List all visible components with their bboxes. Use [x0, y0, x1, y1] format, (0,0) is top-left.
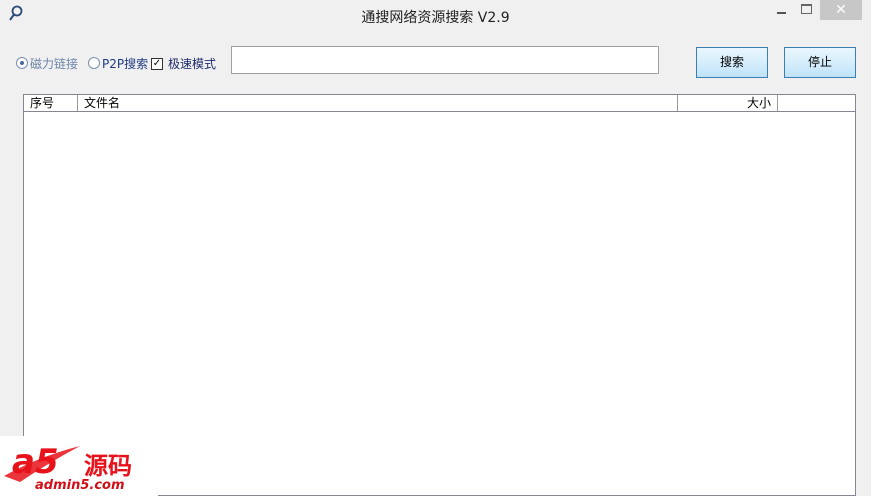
- column-header-index[interactable]: 序号: [24, 95, 78, 111]
- column-header-size[interactable]: 大小: [678, 95, 778, 111]
- radio-selected-icon: [16, 57, 28, 69]
- watermark-logo: a5 源码 admin5.com: [0, 436, 158, 496]
- magnet-radio-label: 磁力链接: [30, 56, 79, 71]
- fast-mode-checkbox[interactable]: ✓ 极速模式: [151, 55, 216, 72]
- magnet-radio[interactable]: 磁力链接: [16, 55, 78, 71]
- maximize-button[interactable]: [796, 0, 816, 20]
- maximize-icon: [800, 4, 812, 14]
- results-header: 序号 文件名 大小: [24, 95, 855, 112]
- p2p-radio-label: P2P搜索: [102, 56, 149, 71]
- minimize-icon: [776, 12, 786, 14]
- window-title: 通搜网络资源搜索 V2.9: [361, 10, 510, 26]
- column-header-filename[interactable]: 文件名: [78, 95, 678, 111]
- logo-url: admin5.com: [35, 478, 125, 493]
- radio-unselected-icon: [88, 57, 100, 69]
- p2p-radio[interactable]: P2P搜索: [88, 55, 148, 71]
- stop-button[interactable]: 停止: [784, 47, 856, 78]
- title-bar: 通搜网络资源搜索 V2.9 ✕: [0, 0, 871, 30]
- close-icon: ✕: [835, 2, 847, 18]
- checkmark-icon: ✓: [151, 57, 163, 70]
- logo-text: 源码: [84, 452, 132, 480]
- close-button[interactable]: ✕: [820, 0, 862, 20]
- fast-mode-label: 极速模式: [168, 57, 217, 71]
- logo-brand: a5: [12, 442, 59, 482]
- search-input[interactable]: [231, 46, 659, 74]
- minimize-button[interactable]: [768, 0, 794, 20]
- search-button[interactable]: 搜索: [696, 47, 768, 78]
